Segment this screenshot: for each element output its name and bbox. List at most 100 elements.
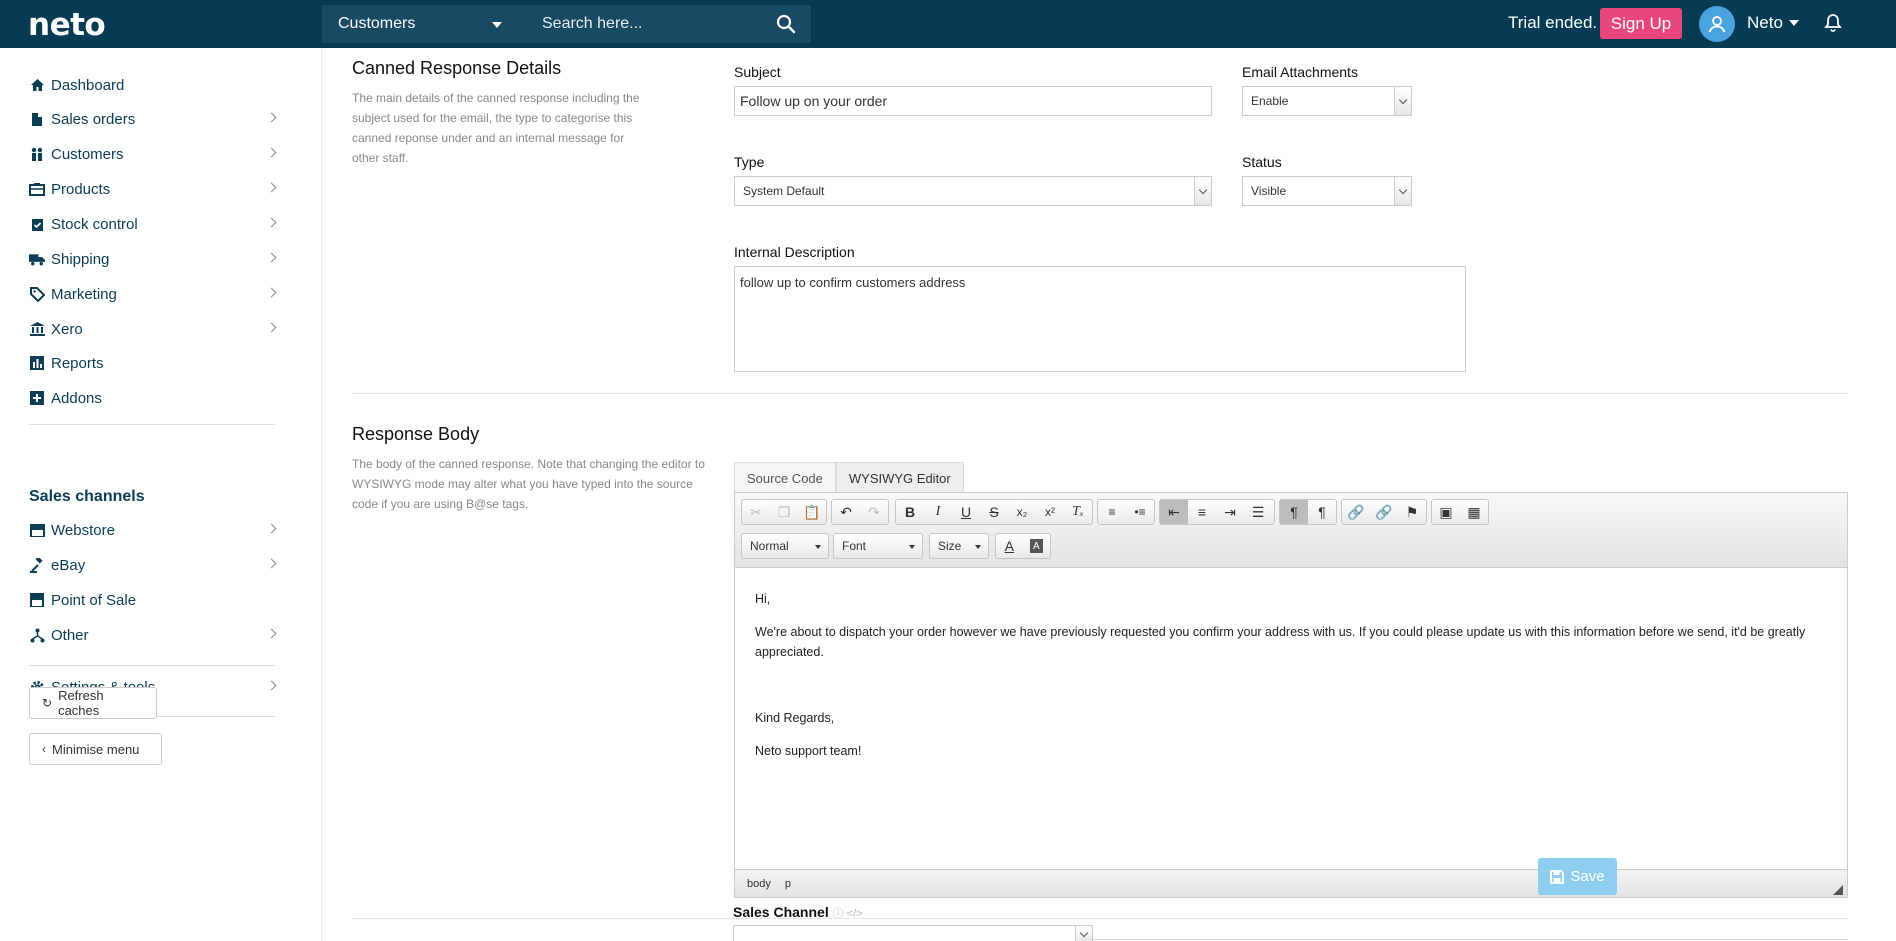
sidebar-item-reports[interactable]: Reports [29, 348, 275, 378]
editor-content[interactable]: Hi, We're about to dispatch your order h… [755, 589, 1835, 774]
sign-up-button[interactable]: Sign Up [1600, 8, 1682, 39]
size-combo[interactable]: Size [929, 533, 989, 559]
align-justify-icon[interactable]: ☰ [1244, 500, 1272, 524]
status-label: Status [1242, 154, 1282, 170]
neto-logo[interactable]: neto [28, 7, 106, 43]
document-icon [29, 111, 45, 127]
font-combo[interactable]: Font [833, 533, 923, 559]
tab-wysiwyg-editor[interactable]: WYSIWYG Editor [835, 462, 964, 494]
caret-down-icon [909, 545, 915, 549]
sidebar-item-marketing[interactable]: Marketing [29, 279, 277, 309]
email-attachments-select[interactable]: Enable [1242, 86, 1412, 116]
sidebar-item-point-of-sale[interactable]: Point of Sale [29, 585, 275, 615]
top-bar: neto Customers Trial ended. Sign Up Neto [0, 0, 1896, 48]
strikethrough-icon[interactable]: S [980, 500, 1008, 524]
chart-icon [29, 355, 45, 371]
response-body-title: Response Body [352, 424, 480, 444]
superscript-icon[interactable]: x² [1036, 500, 1064, 524]
numbered-list-icon[interactable]: ≡ [1098, 500, 1126, 524]
sidebar-item-webstore[interactable]: Webstore [29, 515, 277, 545]
format-value: Normal [750, 539, 789, 553]
content-paragraph: Kind Regards, [755, 711, 835, 725]
user-avatar[interactable] [1699, 6, 1735, 42]
link-group: 🔗 🔗 ⚑ [1341, 499, 1427, 525]
sales-channel-select[interactable] [733, 925, 1093, 941]
chevron-down-icon [1394, 177, 1411, 205]
redo-icon[interactable]: ↷ [860, 500, 888, 524]
align-right-icon[interactable]: ⇥ [1216, 500, 1244, 524]
search-scope-select[interactable]: Customers [322, 5, 522, 43]
register-icon [29, 592, 45, 608]
bulleted-list-icon[interactable]: •≡ [1126, 500, 1154, 524]
minimise-menu-label: Minimise menu [52, 741, 140, 757]
sidebar-item-label: Webstore [51, 521, 115, 539]
undo-icon[interactable]: ↶ [832, 500, 860, 524]
align-center-icon[interactable]: ≡ [1188, 500, 1216, 524]
remove-format-icon[interactable]: Tₓ [1064, 500, 1092, 524]
ltr-direction-icon[interactable]: ¶ [1280, 500, 1308, 524]
format-combo[interactable]: Normal [741, 533, 829, 559]
element-path-body[interactable]: body [747, 878, 771, 890]
status-select[interactable]: Visible [1242, 176, 1412, 206]
cut-icon[interactable]: ✂ [742, 500, 770, 524]
wysiwyg-editor: ✂ ❐ 📋 ↶ ↷ B I U S x₂ x² Tₓ ≡ •≡ ⇤ ≡ ⇥ ☰ … [734, 492, 1848, 898]
sidebar-item-ebay[interactable]: eBay [29, 550, 277, 580]
type-select[interactable]: System Default [734, 176, 1212, 206]
sidebar-item-customers[interactable]: Customers [29, 139, 277, 169]
sidebar-item-stock-control[interactable]: Stock control [29, 209, 277, 239]
bold-icon[interactable]: B [896, 500, 924, 524]
refresh-caches-button[interactable]: ↻ Refresh caches [29, 687, 157, 719]
sidebar-item-products[interactable]: Products [29, 174, 277, 204]
caret-down-icon [492, 22, 502, 28]
anchor-flag-icon[interactable]: ⚑ [1398, 500, 1426, 524]
chevron-right-icon [266, 252, 277, 263]
truck-icon [29, 251, 45, 267]
paste-icon[interactable]: 📋 [798, 500, 826, 524]
sidebar-item-shipping[interactable]: Shipping [29, 244, 277, 274]
refresh-icon: ↻ [42, 696, 53, 710]
italic-icon[interactable]: I [924, 500, 952, 524]
background-color-icon[interactable]: A [1029, 539, 1043, 553]
minimise-menu-button[interactable]: ‹ Minimise menu [29, 733, 162, 765]
tab-source-code[interactable]: Source Code [734, 462, 836, 494]
info-icon[interactable]: ⓘ </> [833, 908, 863, 920]
sidebar-item-label: Other [51, 626, 89, 644]
copy-icon[interactable]: ❐ [770, 500, 798, 524]
subscript-icon[interactable]: x₂ [1008, 500, 1036, 524]
search-button[interactable] [761, 5, 811, 43]
save-icon [1550, 869, 1565, 884]
rtl-direction-icon[interactable]: ¶ [1308, 500, 1336, 524]
user-menu[interactable]: Neto [1747, 13, 1799, 33]
sidebar-item-other[interactable]: Other [29, 620, 277, 650]
underline-icon[interactable]: U [952, 500, 980, 524]
bank-icon [29, 321, 45, 337]
chevron-down-icon [1394, 87, 1411, 115]
select-value: Visible [1251, 184, 1287, 198]
content-paragraph: Neto support team! [755, 744, 862, 758]
image-icon[interactable]: ▣ [1432, 500, 1460, 524]
sidebar-item-addons[interactable]: Addons [29, 383, 275, 413]
save-button[interactable]: Save [1538, 858, 1617, 895]
internal-description-textarea[interactable]: follow up to confirm customers address [734, 266, 1466, 372]
notifications-button[interactable] [1824, 13, 1842, 36]
sidebar-item-dashboard[interactable]: Dashboard [29, 70, 275, 100]
element-path-p[interactable]: p [785, 878, 791, 890]
link-icon[interactable]: 🔗 [1342, 500, 1370, 524]
align-left-icon[interactable]: ⇤ [1160, 500, 1188, 524]
sidebar-item-xero[interactable]: Xero [29, 314, 277, 344]
text-color-icon[interactable]: A [996, 534, 1023, 558]
table-icon[interactable]: ▦ [1460, 500, 1488, 524]
user-icon [1708, 16, 1726, 33]
subject-input[interactable]: Follow up on your order [734, 86, 1212, 116]
resize-handle-icon[interactable] [1833, 885, 1843, 895]
chevron-right-icon [266, 628, 277, 639]
unlink-icon[interactable]: 🔗 [1370, 500, 1398, 524]
chevron-down-icon [1075, 926, 1092, 941]
chevron-right-icon [266, 558, 277, 569]
editor-tabs: Source Code WYSIWYG Editor [734, 462, 964, 494]
global-search: Customers [322, 5, 811, 43]
internal-description-label: Internal Description [734, 244, 855, 260]
sidebar-item-sales-orders[interactable]: Sales orders [29, 104, 277, 134]
search-input[interactable] [522, 5, 761, 43]
chevron-left-icon: ‹ [42, 742, 46, 756]
